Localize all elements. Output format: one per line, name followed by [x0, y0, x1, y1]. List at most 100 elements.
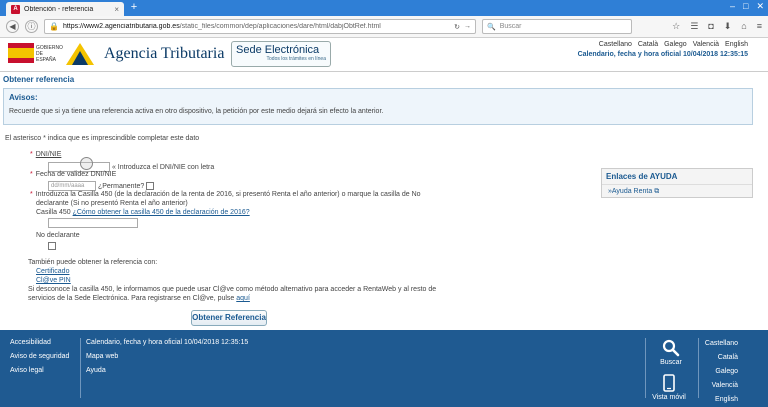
browser-tab-active[interactable]: A Obtención - referencia ×	[6, 2, 124, 16]
help-title: Enlaces de AYUDA	[602, 169, 752, 185]
also-text: También puede obtener la referencia con:	[28, 259, 158, 266]
required-marker: *	[30, 191, 33, 198]
download-icon[interactable]: ⬇	[724, 21, 732, 32]
footer-lang-valencia[interactable]: Valencià	[712, 382, 738, 389]
reading-list-icon[interactable]: ☰	[690, 21, 698, 32]
search-icon: 🔍	[487, 23, 496, 31]
casilla-help-link[interactable]: ¿Cómo obtener la casilla 450 de la decla…	[73, 209, 250, 216]
address-bar[interactable]: 🔒 https://www2.agenciatributaria.gob.es/…	[44, 19, 476, 34]
pocket-icon[interactable]: ◘	[708, 21, 713, 32]
tab-title: Obtención - referencia	[24, 5, 94, 13]
lang-english[interactable]: English	[725, 41, 748, 48]
gobierno-logo-icon	[8, 43, 34, 63]
ayuda-renta-link[interactable]: »Ayuda Renta ⧉	[602, 185, 752, 199]
sede-title: Sede Electrónica	[236, 44, 320, 56]
no-declarante-checkbox[interactable]	[48, 242, 56, 250]
casilla-text-row-1: * Introduzca la Casilla 450 (de la declar…	[30, 191, 421, 198]
no-declarante-row	[48, 242, 56, 250]
footer-lang-castellano[interactable]: Castellano	[705, 340, 738, 347]
cursor-indicator	[80, 157, 93, 170]
footer-accesibilidad-link[interactable]: Accesibilidad	[10, 339, 69, 346]
address-host: https://www2.agenciatributaria.gob.es	[62, 23, 180, 30]
no-declarante-label: No declarante	[36, 232, 80, 239]
avisos-text: Recuerde que si ya tiene una referencia …	[9, 108, 384, 115]
footer-mobile-label: Vista móvil	[652, 394, 686, 401]
close-window-icon[interactable]: ✕	[756, 1, 764, 12]
info-text-2: servicios de la Sede Electrónica. Para r…	[28, 295, 235, 302]
forward-icon[interactable]: →	[464, 23, 471, 30]
bookmark-star-icon[interactable]: ☆	[672, 21, 680, 32]
lang-valencia[interactable]: Valencià	[693, 41, 719, 48]
agencia-logo-icon	[66, 43, 94, 65]
avisos-title: Avisos:	[9, 93, 38, 102]
dni-row: * DNI/NIE	[30, 151, 61, 158]
footer-divider	[645, 338, 646, 398]
casilla-450-input[interactable]	[48, 218, 138, 228]
info-text-1: Si desconoce la casilla 450, le informam…	[28, 286, 437, 293]
header-calendar-link[interactable]: Calendario, fecha y hora oficial 10/04/2…	[578, 51, 748, 58]
footer-calendar-link[interactable]: Calendario, fecha y hora oficial 10/04/2…	[86, 339, 248, 346]
fecha-placeholder: dd/mm/aaaa	[51, 183, 85, 189]
casilla-input-row	[48, 218, 138, 228]
site-header: GOBIERNO DE ESPAÑA Agencia Tributaria Se…	[0, 38, 768, 72]
footer-mapa-web-link[interactable]: Mapa web	[86, 353, 248, 360]
casilla-instructions-1: Introduzca la Casilla 450 (de la declara…	[35, 191, 421, 198]
dni-label: DNI/NIE	[35, 151, 62, 158]
sede-subtitle: Todos los trámites en línea	[266, 56, 326, 62]
search-icon	[662, 339, 680, 357]
site-footer: Accesibilidad Aviso de seguridad Aviso l…	[0, 330, 768, 407]
clave-pin-link-text: Cl@ve PIN	[36, 277, 71, 284]
obtener-referencia-button[interactable]: Obtener Referencia	[191, 310, 267, 326]
certificado-link[interactable]: Certificado	[36, 268, 69, 275]
registro-clave-link[interactable]: aquí	[236, 295, 250, 302]
fecha-row: * Fecha de validez DNI/NIE	[30, 171, 116, 178]
required-marker: *	[30, 171, 33, 178]
address-url: https://www2.agenciatributaria.gob.es/st…	[63, 23, 450, 30]
footer-lang-catala[interactable]: Català	[718, 354, 738, 361]
mobile-phone-icon	[663, 374, 675, 392]
info-icon[interactable]: ⓘ	[25, 20, 38, 33]
lang-galego[interactable]: Galego	[664, 41, 687, 48]
back-icon[interactable]: ◀	[6, 20, 19, 33]
reload-icon[interactable]: ↻	[454, 23, 460, 31]
avisos-box: Avisos: Recuerde que si ya tiene una ref…	[3, 88, 753, 125]
browser-navbar: ◀ ⓘ 🔒 https://www2.agenciatributaria.gob…	[0, 16, 768, 38]
agency-name[interactable]: Agencia Tributaria	[104, 45, 224, 63]
lang-catala[interactable]: Català	[638, 41, 658, 48]
maximize-icon[interactable]: □	[743, 1, 748, 12]
gobierno-text: GOBIERNO DE ESPAÑA	[36, 45, 63, 63]
address-path: /static_files/common/dep/aplicaciones/da…	[179, 23, 381, 30]
clave-pin-link[interactable]: Cl@ve PIN	[36, 277, 71, 284]
casilla-label-row: Casilla 450 ¿Cómo obtener la casilla 450…	[36, 209, 250, 216]
footer-legal-link[interactable]: Aviso legal	[10, 367, 69, 374]
info-text-2-row: servicios de la Sede Electrónica. Para r…	[28, 295, 250, 302]
permanente-label: ¿Permanente?	[97, 182, 145, 190]
footer-mobile-view-button[interactable]: Vista móvil	[652, 374, 686, 401]
minimize-icon[interactable]: –	[730, 1, 735, 12]
home-icon[interactable]: ⌂	[741, 21, 746, 32]
new-tab-button[interactable]: +	[128, 1, 140, 14]
footer-seguridad-link[interactable]: Aviso de seguridad	[10, 353, 69, 360]
browser-search-input[interactable]: 🔍 Buscar	[482, 19, 632, 34]
footer-languages: Castellano Català Galego Valencià Englis…	[705, 340, 738, 403]
certificado-link-text: Certificado	[36, 268, 70, 275]
footer-col-info: Calendario, fecha y hora oficial 10/04/2…	[86, 339, 248, 374]
window-controls: – □ ✕	[730, 1, 764, 12]
page-title: Obtener referencia	[3, 75, 75, 84]
permanente-checkbox[interactable]	[146, 182, 155, 190]
menu-icon[interactable]: ≡	[757, 21, 762, 32]
lang-castellano[interactable]: Castellano	[599, 41, 632, 48]
footer-divider	[80, 338, 81, 398]
lock-icon: 🔒	[49, 22, 59, 31]
casilla-label: Casilla 450	[36, 209, 71, 216]
footer-divider	[698, 338, 699, 398]
agency-favicon-icon: A	[11, 4, 20, 14]
sede-electronica-logo[interactable]: Sede Electrónica Todos los trámites en l…	[231, 41, 331, 67]
tab-close-icon[interactable]: ×	[114, 5, 119, 14]
footer-search-button[interactable]: Buscar	[660, 339, 682, 379]
footer-ayuda-link[interactable]: Ayuda	[86, 367, 248, 374]
fecha-input[interactable]: dd/mm/aaaa	[48, 181, 96, 191]
footer-lang-english[interactable]: English	[715, 396, 738, 403]
asterisk-note: El asterisco * indica que es imprescindi…	[5, 135, 200, 142]
footer-lang-galego[interactable]: Galego	[715, 368, 738, 375]
